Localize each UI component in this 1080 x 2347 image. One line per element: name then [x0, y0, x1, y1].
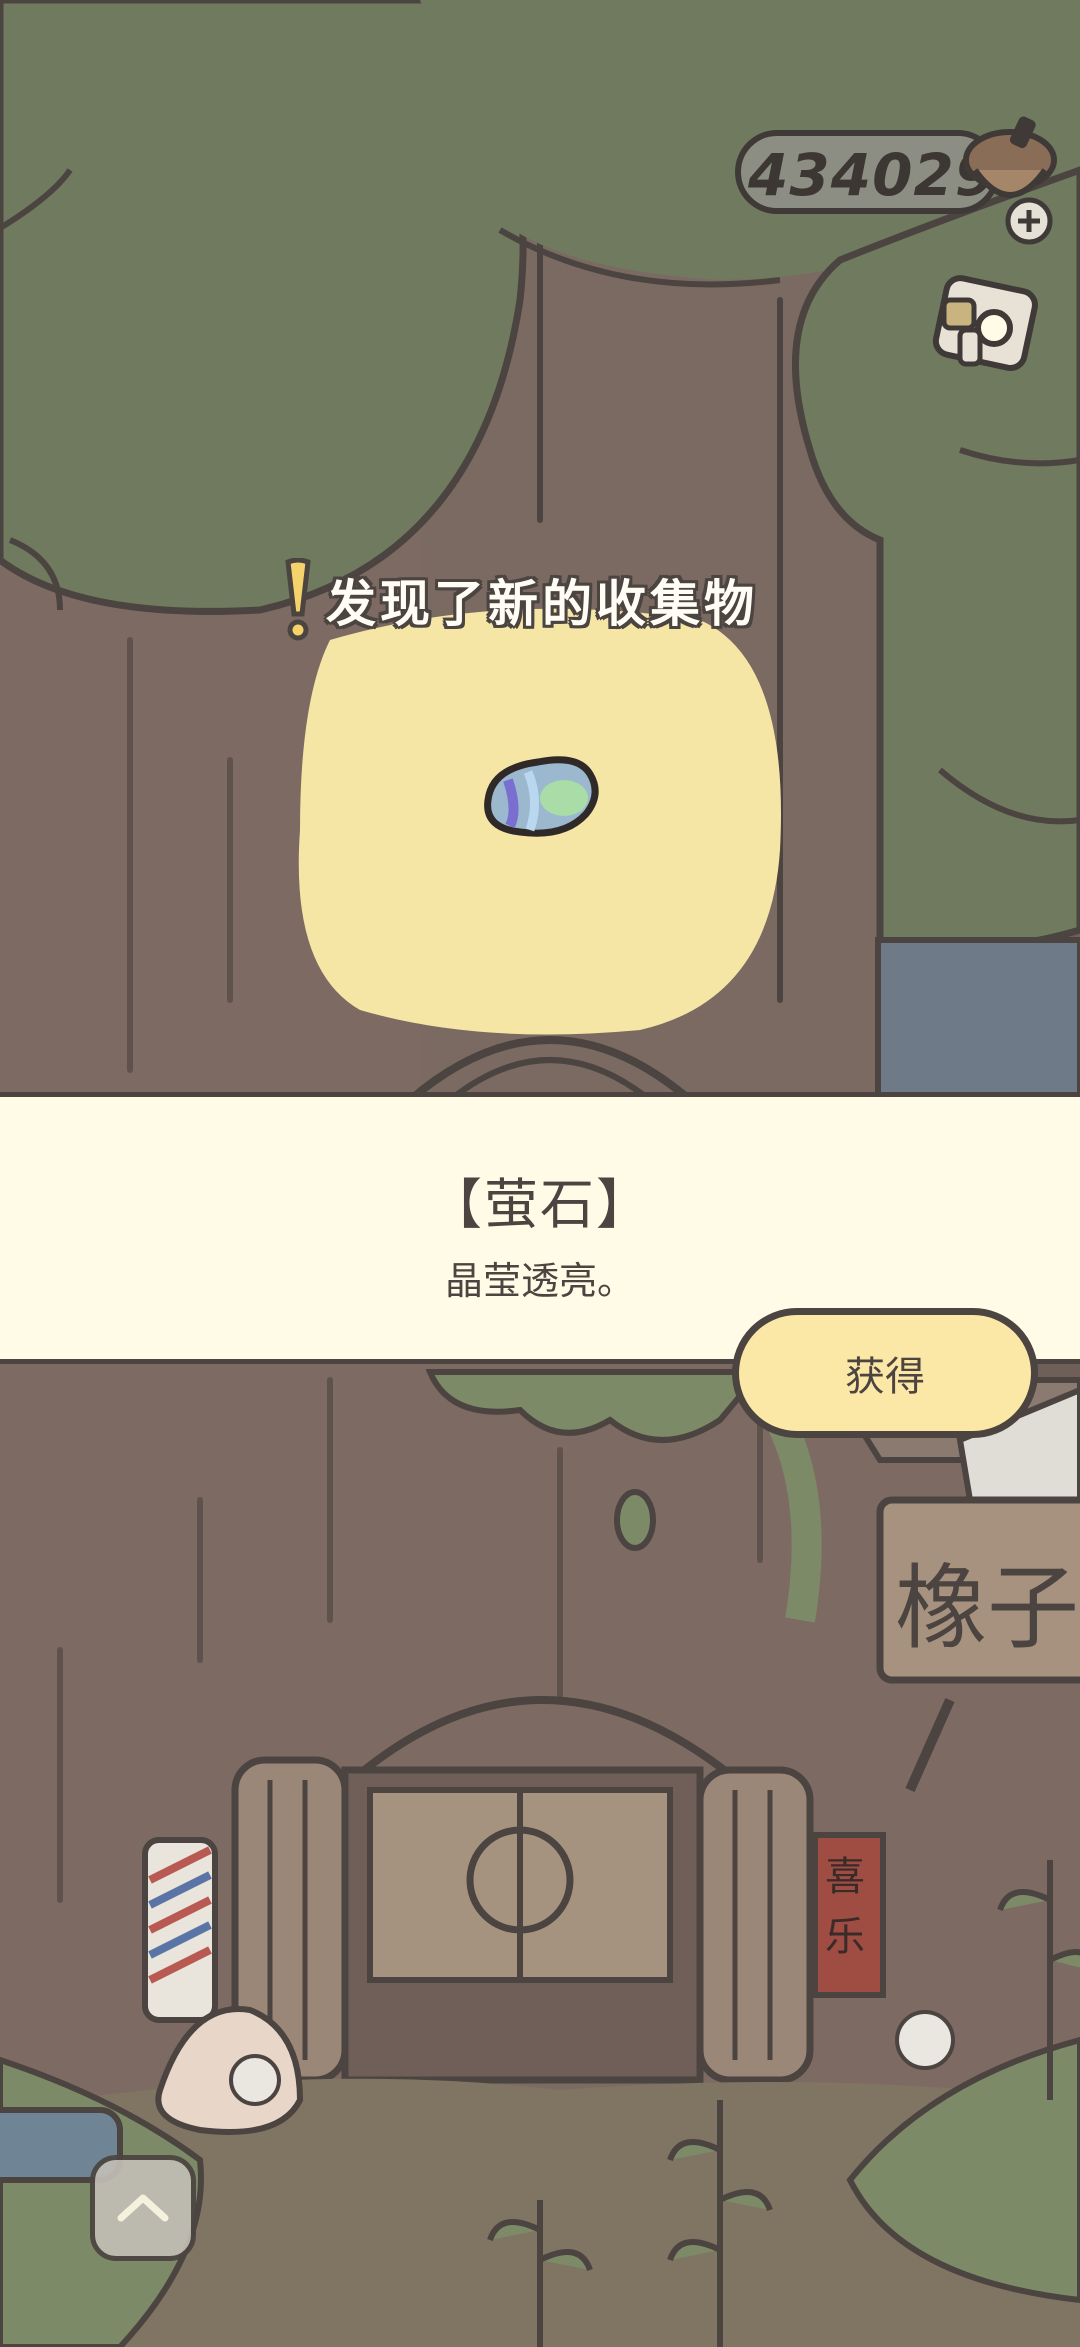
- svg-text:乐: 乐: [825, 1914, 865, 1960]
- add-acorns-button[interactable]: [1004, 196, 1054, 246]
- new-collectible-notice: 发现了新的收集物: [280, 558, 758, 641]
- scroll-up-button[interactable]: [90, 2155, 196, 2261]
- fluorite-gem-icon: [484, 756, 599, 837]
- camera-button[interactable]: [930, 270, 1040, 380]
- acorn-count: 434029: [748, 141, 997, 209]
- get-button-label: 获得: [845, 1354, 925, 1400]
- notice-text: 发现了新的收集物: [326, 575, 758, 633]
- svg-text:橡子: 橡子: [895, 1555, 1079, 1662]
- chevron-up-icon: [117, 2194, 169, 2222]
- svg-text:喜: 喜: [825, 1854, 865, 1900]
- exclamation-icon: [285, 558, 311, 641]
- item-name: 【萤石】: [428, 1173, 652, 1236]
- get-button[interactable]: 获得: [732, 1308, 1038, 1438]
- item-description: 晶莹透亮。: [444, 1259, 635, 1303]
